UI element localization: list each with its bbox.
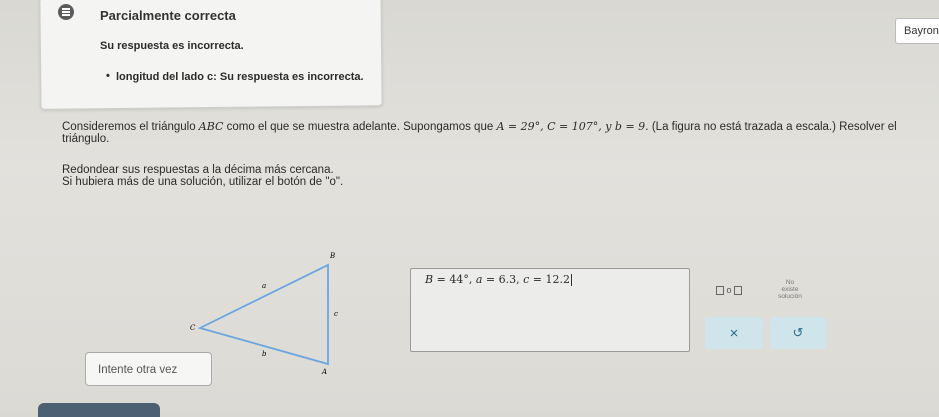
bottom-tab[interactable]	[38, 403, 160, 417]
undo-icon: ↺	[792, 325, 804, 340]
answer-sep-1: ,	[468, 273, 473, 286]
no-solution-line-1: No	[785, 279, 795, 286]
answer-sep-2: ,	[516, 273, 520, 286]
label-c: c	[334, 310, 338, 318]
no-solution-line-2: existe	[781, 286, 799, 293]
label-b: b	[262, 350, 267, 358]
answer-a-label: a	[475, 273, 483, 286]
answer-c-value[interactable]: 12.2	[545, 273, 570, 286]
or-tool-button[interactable]: o	[716, 285, 743, 296]
answer-B-label: B	[425, 273, 434, 286]
multi-solution-note: Si hubiera más de una solución, utilizar…	[62, 176, 344, 188]
user-name-button[interactable]: Bayron	[895, 18, 939, 44]
answer-expression[interactable]: B = 44°, a = 6.3, c = 12.2	[425, 273, 572, 286]
given-values: A = 29°, C = 107°, y b = 9.	[496, 120, 649, 133]
box-icon	[716, 286, 724, 296]
retry-button[interactable]: Intente otra vez	[85, 352, 212, 386]
clear-button[interactable]: ×	[705, 317, 763, 349]
feedback-subtitle: Su respuesta es incorrecta.	[100, 40, 244, 52]
undo-button[interactable]: ↺	[770, 317, 826, 349]
problem-suffix: (La figura no está trazada a escala.) Re…	[648, 121, 897, 133]
round-note: Redondear sus respuestas a la décima más…	[62, 164, 334, 176]
triangle-name: ABC	[198, 120, 224, 133]
problem-mid: como el que se muestra adelante. Suponga…	[223, 121, 497, 133]
feedback-title: Parcialmente correcta	[100, 8, 236, 23]
answer-eq-1: =	[436, 273, 446, 286]
text-cursor	[570, 274, 572, 286]
problem-line2: triángulo.	[62, 133, 110, 145]
label-C: C	[190, 324, 196, 332]
box-icon	[734, 286, 743, 296]
close-icon: ×	[729, 324, 739, 342]
no-solution-line-3: solución	[778, 293, 802, 300]
or-label: o	[726, 285, 732, 295]
answer-eq-3: =	[532, 273, 542, 286]
answer-eq-2: =	[485, 273, 496, 286]
feedback-bullet: longitud del lado c: Su respuesta es inc…	[106, 70, 364, 83]
answer-B-value[interactable]: 44	[449, 273, 463, 286]
menu-icon[interactable]	[58, 4, 74, 20]
label-B: B	[329, 252, 335, 260]
answer-c-label: c	[523, 273, 530, 286]
answer-a-value[interactable]: 6.3	[499, 273, 517, 286]
no-solution-button[interactable]: No existe solución	[770, 279, 810, 300]
problem-prefix: Consideremos el triángulo	[62, 121, 199, 133]
problem-statement: Consideremos el triángulo ABC como el qu…	[62, 120, 932, 134]
label-a: a	[262, 282, 266, 290]
label-A: A	[321, 368, 327, 376]
